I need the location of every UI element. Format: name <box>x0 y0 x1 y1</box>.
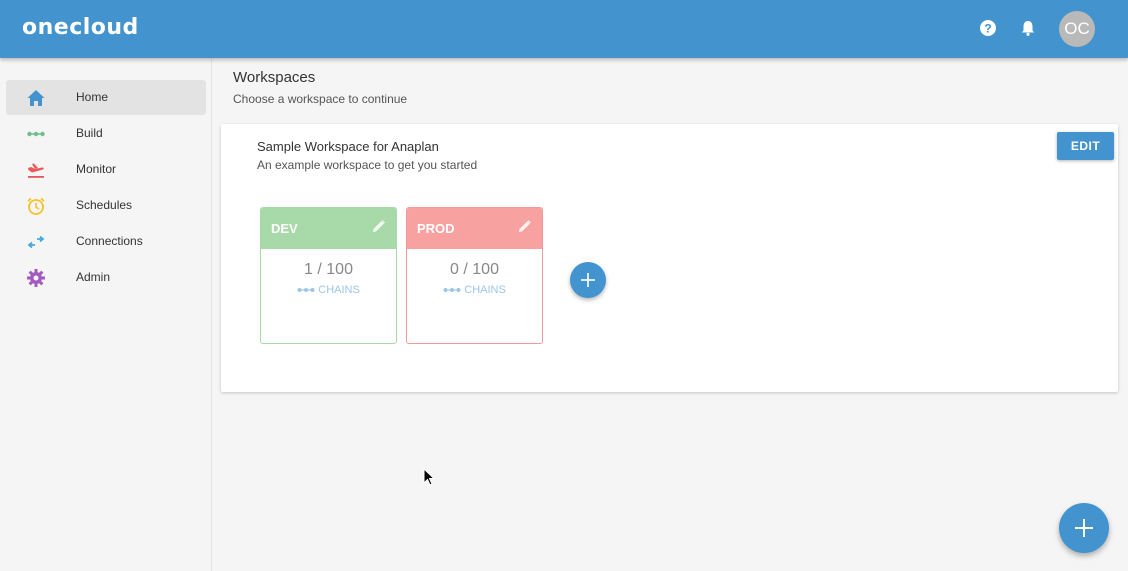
sidebar-item-monitor[interactable]: Monitor <box>6 152 206 187</box>
environment-header: PROD <box>407 208 542 249</box>
pencil-icon[interactable] <box>372 219 386 233</box>
plus-icon <box>1075 519 1093 537</box>
chains-label: CHAINS <box>318 284 360 296</box>
sidebar: Home Build Monitor Schedules Connections… <box>0 58 212 571</box>
sidebar-item-build[interactable]: Build <box>6 116 206 151</box>
home-icon <box>27 90 45 106</box>
plane-icon <box>28 163 44 178</box>
chain-count: 0 / 100 <box>450 261 499 278</box>
user-avatar[interactable]: OC <box>1059 11 1095 47</box>
add-workspace-fab[interactable] <box>1059 503 1109 553</box>
mouse-cursor-icon <box>423 468 435 486</box>
sidebar-item-label: Connections <box>76 234 143 248</box>
environment-name: DEV <box>271 221 298 236</box>
plus-icon <box>581 273 595 287</box>
workspace-card[interactable]: Sample Workspace for Anaplan An example … <box>221 124 1118 392</box>
sidebar-item-label: Admin <box>76 270 111 284</box>
svg-text:?: ? <box>984 22 991 36</box>
sidebar-item-label: Schedules <box>76 198 133 212</box>
chains-link[interactable]: CHAINS <box>407 284 542 296</box>
chain-icon <box>297 288 315 293</box>
chains-label: CHAINS <box>464 284 506 296</box>
workspace-title: Sample Workspace for Anaplan <box>257 139 439 154</box>
pencil-icon[interactable] <box>518 219 532 233</box>
gear-icon <box>27 269 45 287</box>
edit-workspace-button[interactable]: EDIT <box>1057 132 1114 160</box>
sidebar-item-home[interactable]: Home <box>6 80 206 115</box>
workspace-description: An example workspace to get you started <box>257 158 478 172</box>
environment-card-prod[interactable]: PROD 0 / 100 CHAINS <box>406 207 543 344</box>
chains-link[interactable]: CHAINS <box>261 284 396 296</box>
chain-count: 1 / 100 <box>304 261 353 278</box>
environment-header: DEV <box>261 208 396 249</box>
add-environment-button[interactable] <box>570 262 606 298</box>
sidebar-item-label: Home <box>76 90 109 104</box>
bell-icon[interactable] <box>1019 19 1037 37</box>
page-title: Workspaces <box>233 69 316 86</box>
page-subtitle: Choose a workspace to continue <box>233 92 408 106</box>
sidebar-item-admin[interactable]: Admin <box>6 260 206 295</box>
environment-name: PROD <box>417 221 455 236</box>
sidebar-item-label: Build <box>76 126 103 140</box>
sidebar-item-schedules[interactable]: Schedules <box>6 188 206 223</box>
sidebar-item-label: Monitor <box>76 162 117 176</box>
environment-card-dev[interactable]: DEV 1 / 100 CHAINS <box>260 207 397 344</box>
arrows-exchange-icon <box>27 235 45 249</box>
sidebar-item-connections[interactable]: Connections <box>6 224 206 259</box>
help-icon[interactable]: ? <box>979 19 997 37</box>
alarm-clock-icon <box>27 197 45 215</box>
chain-icon <box>27 131 45 137</box>
chain-icon <box>443 288 461 293</box>
onecloud-logo[interactable]: onecloud <box>22 15 139 40</box>
top-bar: onecloud ? OC <box>0 0 1128 58</box>
